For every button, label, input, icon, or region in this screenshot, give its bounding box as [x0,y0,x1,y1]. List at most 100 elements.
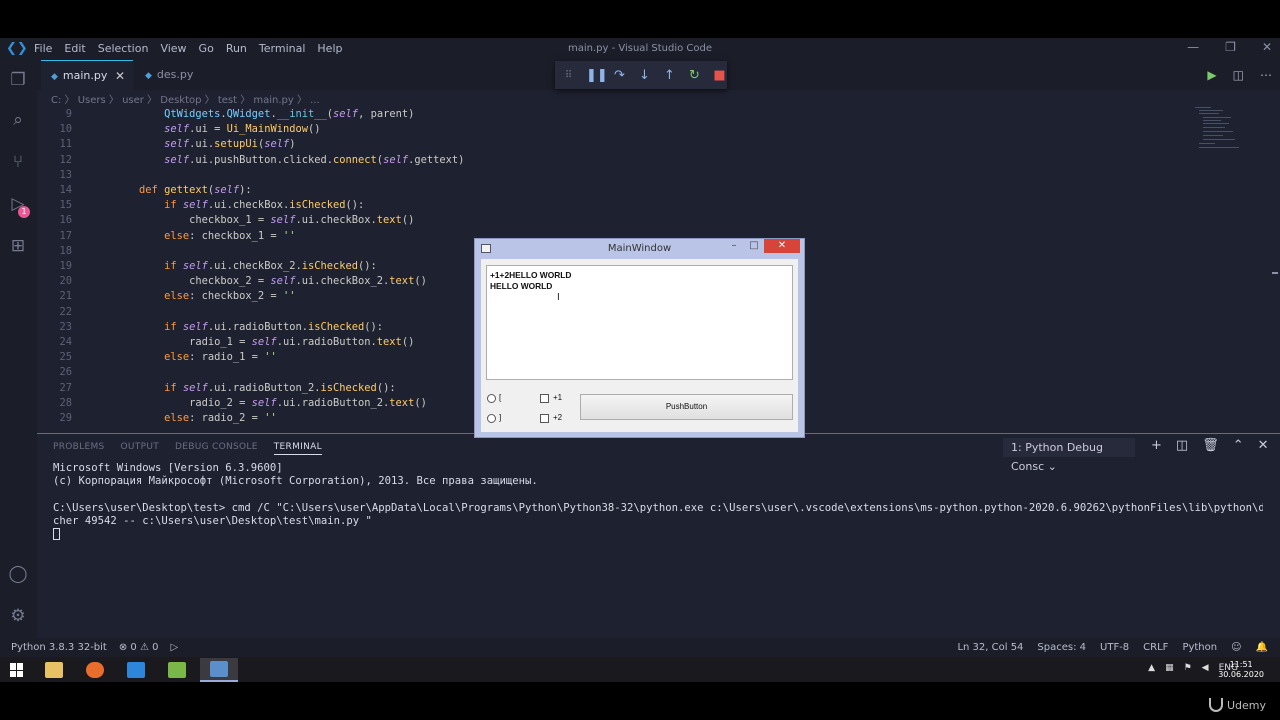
source-control-icon[interactable]: ⑂ [8,152,28,172]
code-token: .ui.checkBox_2. [207,260,302,272]
code-line[interactable]: 14 def gettext(self): [37,183,1187,198]
qt-close-button[interactable]: ✕ [764,239,800,253]
panel-tab-problems[interactable]: PROBLEMS [53,442,105,455]
line-number: 28 [59,396,72,409]
qt-title-bar[interactable]: MainWindow – □ ✕ [475,239,804,259]
python-interpreter[interactable]: Python 3.8.3 32-bit [11,642,107,653]
qt-central-widget: +1+2HELLO WORLD HELLO WORLD I [ ] +1 +2 … [481,259,798,432]
terminal-line: Microsoft Windows [Version 6.3.9600] [53,462,283,474]
stop-icon[interactable]: ■ [712,68,727,83]
network-icon[interactable]: ▦ [1165,663,1174,673]
split-terminal-icon[interactable]: ◫ [1176,438,1188,453]
code-token: (): [358,260,377,272]
explorer-icon[interactable]: ❐ [8,70,28,90]
feedback-icon[interactable]: ☺ [1231,642,1241,653]
code-token: .ui.radioButton. [276,336,377,348]
qt-designer-taskbar-icon[interactable] [158,658,196,682]
breadcrumb[interactable]: C: 〉 Users 〉 user 〉 Desktop 〉 test 〉 mai… [51,91,320,107]
code-line[interactable]: 13 [37,168,1187,183]
flag-icon[interactable]: ⚑ [1184,663,1192,673]
restore-button[interactable]: ❐ [1225,40,1236,54]
code-line[interactable]: 15 if self.ui.checkBox.isChecked(): [37,198,1187,213]
text-cursor-ibeam-icon: I [557,292,560,303]
code-line[interactable]: 9 QtWidgets.QWidget.__init__(self, paren… [37,107,1187,122]
split-editor-icon[interactable]: ◫ [1233,68,1244,82]
code-token: isChecked [307,320,365,333]
code-token: () [401,336,415,348]
settings-gear-icon[interactable]: ⚙ [8,606,28,626]
code-token: () [401,214,415,227]
start-windows-icon[interactable] [10,663,24,677]
code-line[interactable]: 12 self.ui.pushButton.clicked.connect(se… [37,153,1187,168]
file-explorer-taskbar-icon[interactable] [35,658,73,682]
pause-icon[interactable]: ❚❚ [586,68,608,83]
code-line[interactable]: 11 self.ui.setupUi(self) [37,137,1187,152]
firefox-taskbar-icon[interactable] [76,658,114,682]
problems-count[interactable]: ⊗ 0 ⚠ 0 [119,642,159,653]
checkbox-2-label: +2 [553,413,563,422]
text-edit[interactable]: +1+2HELLO WORLD HELLO WORLD I [486,265,793,380]
new-terminal-icon[interactable]: + [1151,438,1162,453]
run-status-icon[interactable]: ▷ [170,642,178,653]
letterbox-bottom [0,682,1280,720]
step-out-icon[interactable]: ↑ [662,68,677,83]
qt-minimize-button[interactable]: – [724,239,744,253]
panel-tab-output[interactable]: OUTPUT [121,442,159,455]
python-app-taskbar-icon[interactable] [200,658,238,682]
tab-label: des.py [156,68,194,81]
code-token: : radio_1 = [189,351,265,364]
radio-button-2[interactable] [487,414,496,423]
code-token: : checkbox_2 = [189,290,283,303]
radio-button-1[interactable] [487,394,496,403]
step-into-icon[interactable]: ↓ [637,68,652,83]
code-token: isChecked [320,381,377,394]
checkbox-1[interactable] [540,394,549,403]
close-window-button[interactable]: ✕ [1262,40,1272,54]
minimize-button[interactable]: — [1187,40,1199,54]
terminal-output[interactable]: Microsoft Windows [Version 6.3.9600] (c)… [53,462,1263,542]
tray-chevron-icon[interactable]: ▲ [1148,663,1155,673]
panel-tab-debug-console[interactable]: DEBUG CONSOLE [175,442,258,455]
close-tab-icon[interactable]: ✕ [115,61,125,91]
restart-icon[interactable]: ↻ [687,68,702,83]
indentation[interactable]: Spaces: 4 [1037,642,1086,653]
editor-actions: ▶ ◫ ⋯ [1207,68,1272,82]
account-icon[interactable]: ◯ [8,564,28,584]
encoding[interactable]: UTF-8 [1100,642,1129,653]
language-mode[interactable]: Python [1182,642,1217,653]
extensions-icon[interactable]: ⊞ [8,236,28,256]
code-line[interactable]: 16 checkbox_1 = self.ui.checkBox.text() [37,213,1187,228]
clock[interactable]: 11:51 30.06.2020 [1218,660,1264,680]
qt-main-window: MainWindow – □ ✕ +1+2HELLO WORLD HELLO W… [474,238,805,438]
volume-icon[interactable]: ◀ [1202,663,1209,673]
vscode-taskbar-icon[interactable] [117,658,155,682]
line-number: 29 [59,412,72,424]
push-button[interactable]: PushButton [580,394,793,420]
run-file-icon[interactable]: ▶ [1207,68,1216,82]
panel-tab-terminal[interactable]: TERMINAL [273,442,322,455]
code-token: Ui_MainWindow [226,123,308,136]
code-token: (): [364,320,384,333]
cursor-position[interactable]: Ln 32, Col 54 [957,642,1023,653]
tab-main-py[interactable]: ◆ main.py ✕ [41,60,133,90]
qt-maximize-button[interactable]: □ [744,239,764,253]
scrollbar-marker[interactable] [1272,272,1278,274]
minimap[interactable] [1193,105,1253,165]
notifications-bell-icon[interactable]: 🔔 [1256,642,1268,653]
drag-grip-icon[interactable]: ⠿ [561,70,576,81]
search-icon[interactable]: ⌕ [8,110,28,130]
step-over-icon[interactable]: ↷ [612,68,627,83]
checkbox-1-label: +1 [553,393,563,402]
code-token: .ui. [189,138,215,151]
checkbox-2[interactable] [540,414,549,423]
more-actions-icon[interactable]: ⋯ [1260,68,1272,82]
maximize-panel-icon[interactable]: ⌃ [1233,438,1244,453]
tab-des-py[interactable]: ◆ des.py [135,60,227,90]
terminal-select[interactable]: 1: Python Debug Consc ⌄ [1003,438,1135,473]
line-ending[interactable]: CRLF [1143,642,1168,653]
close-panel-icon[interactable]: ✕ [1258,438,1269,453]
code-token: isChecked [301,260,359,272]
trash-icon[interactable]: 🗑 [1202,438,1219,453]
code-line[interactable]: 10 self.ui = Ui_MainWindow() [37,122,1187,137]
